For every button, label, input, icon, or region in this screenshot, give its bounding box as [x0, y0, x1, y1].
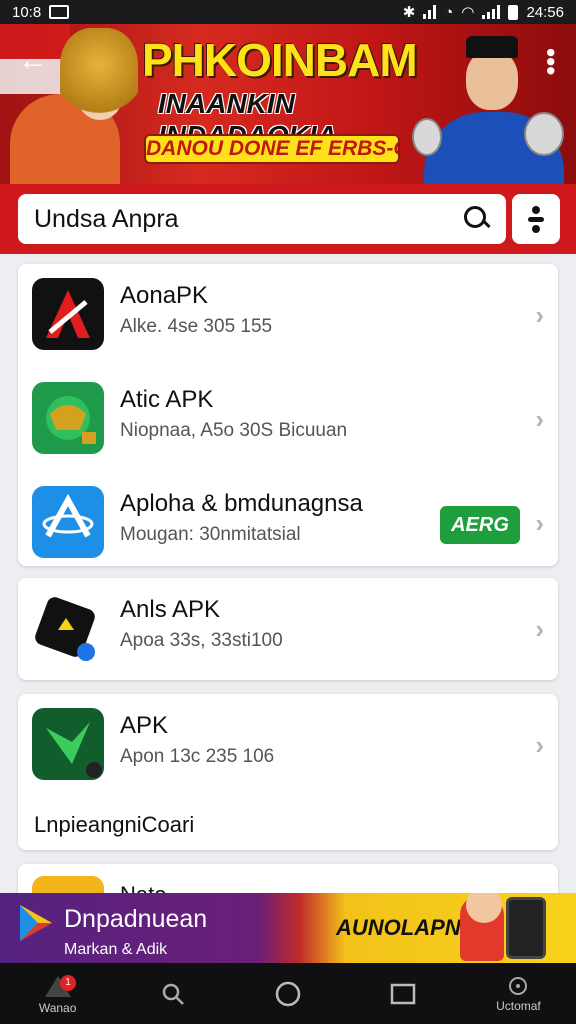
status-bar: 10:8 ✱ ◔ ◠ 24:56	[0, 0, 576, 24]
app-card: APK Apon 13c 235 106 › LnpieangniCoari	[18, 694, 558, 850]
banner-pill[interactable]: DANOU DONE EF ERBS-OAIR	[144, 134, 400, 164]
phone-icon	[506, 897, 546, 959]
filter-button[interactable]	[512, 194, 560, 244]
ad-cta[interactable]: AUNOLAPN	[336, 915, 461, 941]
app-name: AonaPK	[120, 282, 209, 309]
ad-banner[interactable]: Dnpadnuean Markan & Adik AUNOLAPN	[0, 893, 576, 963]
garuda-emblem-icon	[60, 28, 138, 120]
list-item[interactable]: APK Apon 13c 235 106 ›	[18, 694, 558, 798]
chevron-right-icon: ›	[535, 614, 544, 644]
app-subtitle: Mougan: 30nmitatsial	[120, 524, 301, 545]
app-icon	[32, 592, 104, 664]
app-name: Atic APK	[120, 386, 214, 413]
card-footer-link[interactable]: LnpieangniCoari	[34, 812, 194, 838]
play-store-icon	[20, 905, 52, 941]
banner-title: PHKOINBAM	[142, 34, 418, 86]
alarm-icon: ◔	[444, 3, 454, 21]
signal-strength-icon	[482, 5, 501, 19]
app-name: APK	[120, 712, 169, 739]
chevron-right-icon: ›	[535, 300, 544, 330]
chevron-right-icon: ›	[535, 508, 544, 538]
square-recents-icon	[390, 983, 416, 1004]
search-query: Undsa Anpra	[34, 204, 179, 233]
notification-badge: 1	[60, 975, 76, 991]
ad-title: Dnpadnuean	[64, 905, 208, 933]
app-card: Anls APK Apoa 33s, 33sti100 ›	[18, 578, 558, 680]
app-icon	[32, 382, 104, 454]
app-subtitle: Alke. 4se 305 155	[120, 316, 273, 337]
notification-icon	[49, 5, 70, 19]
compass-icon	[509, 976, 528, 995]
nav-settings[interactable]: Uctomaf	[461, 963, 576, 1024]
list-item[interactable]: Atic APK Niopnaa, A5o 30S Bicuuan ›	[18, 368, 558, 472]
app-subtitle: Niopnaa, A5o 30S Bicuuan	[120, 420, 348, 441]
nav-home-button[interactable]	[230, 963, 345, 1024]
more-options-icon[interactable]: •••	[536, 48, 566, 75]
app-subtitle: Apoa 33s, 33sti100	[120, 630, 283, 651]
battery-icon	[508, 4, 519, 20]
status-time: 10:8	[12, 3, 42, 21]
wifi-icon: ◠	[461, 4, 475, 21]
bluetooth-icon: ✱	[402, 4, 416, 21]
download-badge[interactable]: AERG	[440, 506, 520, 544]
status-clock: 24:56	[526, 3, 564, 21]
nav-recents[interactable]	[346, 963, 461, 1024]
chevron-right-icon: ›	[535, 730, 544, 760]
back-arrow-icon[interactable]: ←	[18, 46, 48, 76]
list-item[interactable]: Aploha & bmdunagnsa Mougan: 30nmitatsial…	[18, 472, 558, 576]
chevron-right-icon: ›	[535, 404, 544, 434]
app-name: Aploha & bmdunagnsa	[120, 490, 363, 517]
app-list-card: AonaPK Alke. 4se 305 155 › Atic APK Niop…	[18, 264, 558, 566]
search-icon	[162, 983, 184, 1005]
nav-search[interactable]	[115, 963, 230, 1024]
nav-home[interactable]: 1 Wanao	[0, 963, 115, 1024]
app-icon	[32, 278, 104, 350]
signal-icon	[423, 5, 437, 19]
list-item[interactable]: AonaPK Alke. 4se 305 155 ›	[18, 264, 558, 368]
app-name: Anls APK	[120, 596, 221, 623]
ad-subtitle: Markan & Adik	[64, 941, 168, 958]
search-icon[interactable]	[464, 206, 490, 232]
banner-person-right-head	[466, 50, 518, 110]
search-input[interactable]: Undsa Anpra	[18, 194, 506, 244]
app-subtitle: Apon 13c 235 106	[120, 746, 275, 767]
coin-icon	[524, 112, 564, 156]
app-icon	[32, 708, 104, 780]
coin-icon	[412, 118, 442, 156]
list-item[interactable]: Anls APK Apoa 33s, 33sti100 ›	[18, 578, 558, 682]
peci-cap	[466, 36, 518, 58]
promo-banner[interactable]: ← PHKOINBAM INAANKIN INDADAOKIA DANOU DO…	[0, 24, 576, 184]
circle-home-icon	[275, 981, 301, 1006]
nav-home-label: Wanao	[38, 1000, 77, 1015]
nav-settings-label: Uctomaf	[496, 998, 541, 1013]
bottom-nav: 1 Wanao Uctomaf	[0, 963, 576, 1024]
app-icon	[32, 486, 104, 558]
